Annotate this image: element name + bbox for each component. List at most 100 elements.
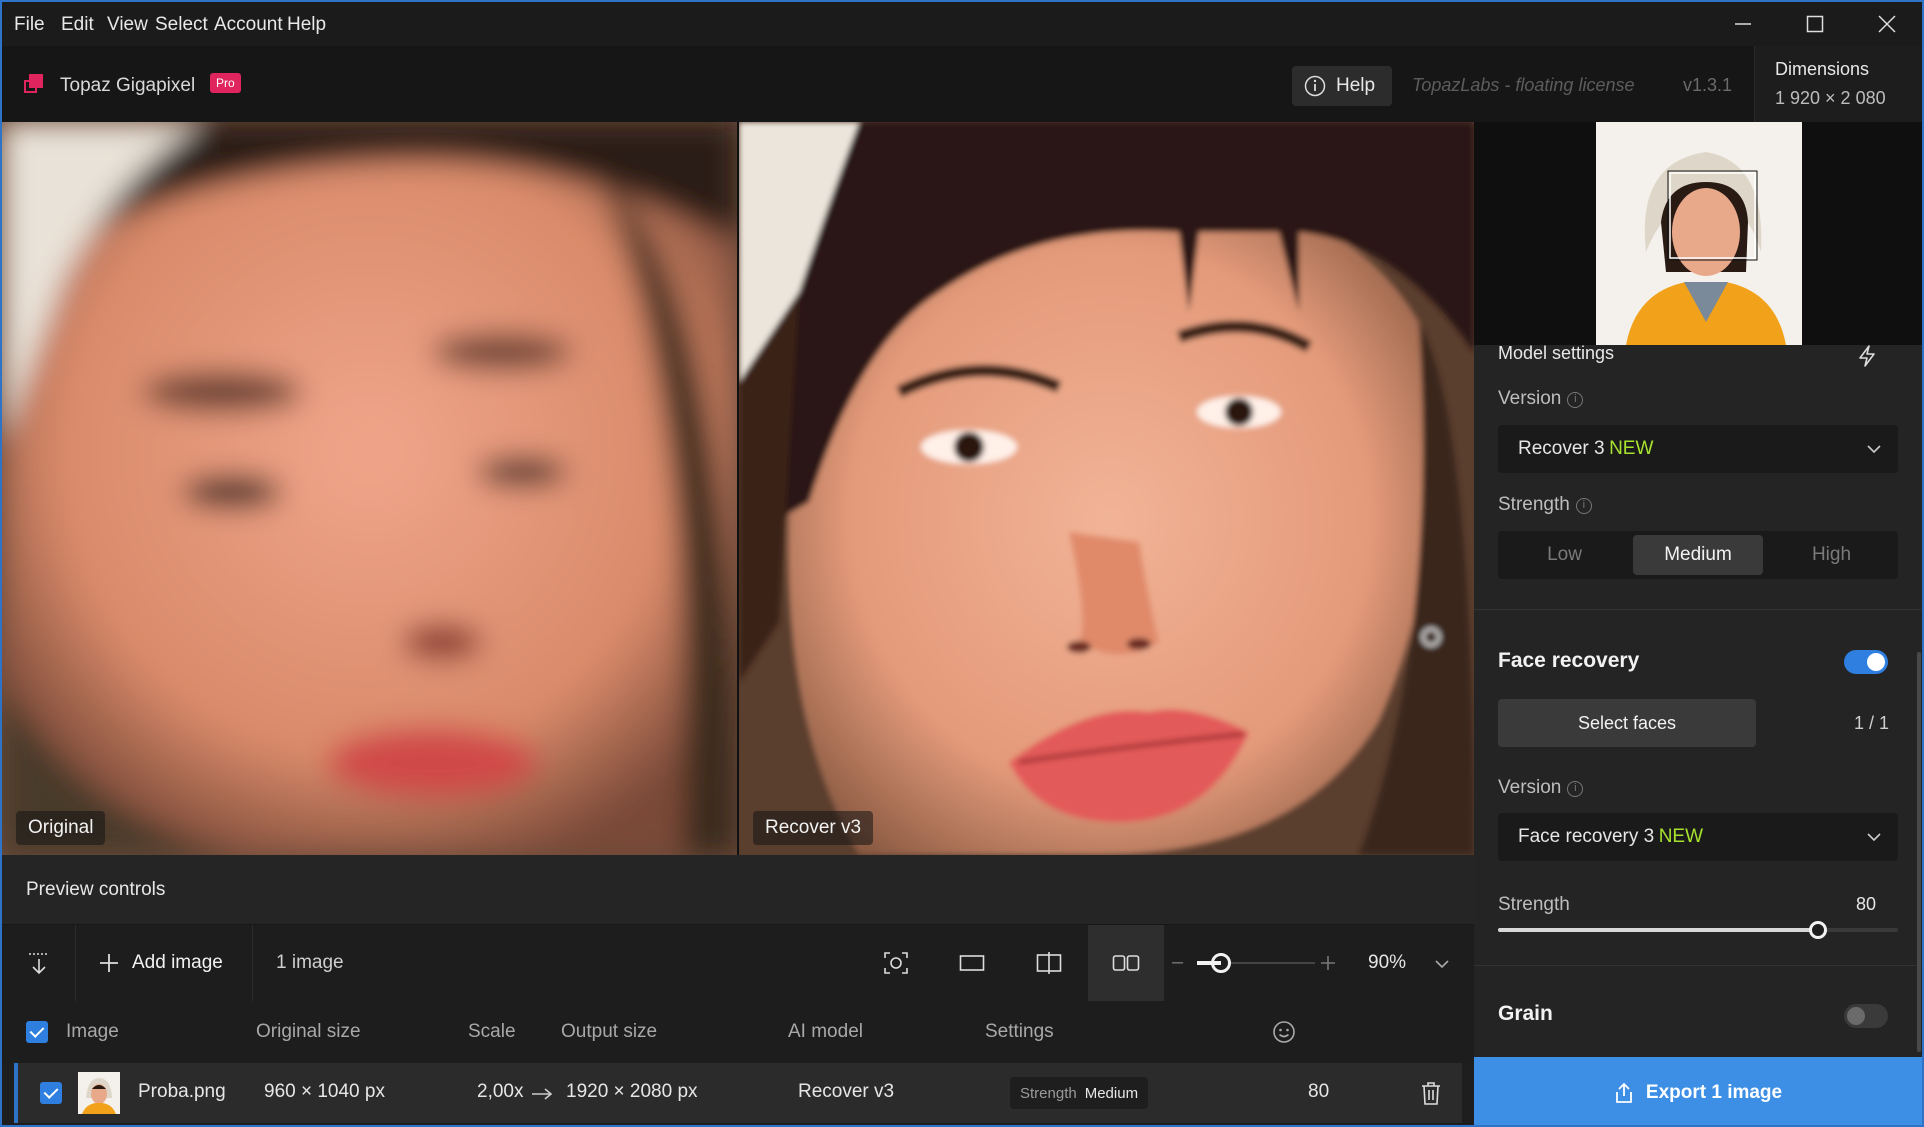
- app-header: Topaz Gigapixel Pro Help TopazLabs - flo…: [2, 46, 1922, 122]
- row-thumbnail: [78, 1072, 120, 1114]
- plus-icon: [100, 954, 118, 972]
- info-icon: i: [1567, 392, 1584, 408]
- lightning-icon[interactable]: [1856, 344, 1878, 368]
- col-original-size: Original size: [256, 1021, 361, 1042]
- col-output-size: Output size: [561, 1021, 658, 1042]
- faces-count: 1 / 1: [1854, 713, 1890, 733]
- zoom-out-icon[interactable]: –: [1172, 951, 1183, 974]
- select-faces-button[interactable]: Select faces: [1498, 699, 1756, 747]
- version-text: v1.3.1: [1683, 75, 1733, 95]
- arrow-down-dotted-icon: [28, 953, 49, 975]
- model-version-dropdown[interactable]: Recover 3 NEW: [1498, 425, 1898, 473]
- original-caption: Original: [16, 811, 106, 845]
- collapse-button[interactable]: [2, 925, 76, 1001]
- face-recovery-title: Face recovery: [1498, 649, 1640, 672]
- strength-high-button[interactable]: High: [1765, 531, 1898, 579]
- strength-segmented: Low Medium High: [1498, 531, 1898, 579]
- chevron-down-icon[interactable]: [1434, 958, 1450, 970]
- single-view-icon: [959, 955, 985, 971]
- strength-low-button[interactable]: Low: [1498, 531, 1631, 579]
- minimize-button[interactable]: [1707, 2, 1779, 46]
- zoom-value[interactable]: 90%: [1368, 952, 1406, 974]
- face-version-label: Version i: [1498, 777, 1584, 799]
- row-scale[interactable]: 2,00x: [477, 1081, 523, 1103]
- row-settings-chip[interactable]: Strength Medium: [1010, 1077, 1149, 1109]
- add-image-button[interactable]: Add image: [98, 945, 223, 981]
- model-version-label: Version i: [1498, 388, 1584, 410]
- row-ai-model: Recover v3: [798, 1081, 895, 1102]
- export-button[interactable]: Export 1 image: [1474, 1057, 1922, 1125]
- trash-icon[interactable]: [1420, 1080, 1442, 1106]
- chevron-down-icon: [1867, 833, 1881, 842]
- split-divider[interactable]: [737, 122, 739, 855]
- face-icon: [1273, 1021, 1295, 1043]
- slider-fill: [1498, 928, 1818, 932]
- side-by-side-icon: [1112, 955, 1140, 971]
- col-image: Image: [66, 1021, 119, 1042]
- dimensions-value: 1 920 × 2 080: [1775, 88, 1886, 108]
- zoom-slider-fill: [1197, 961, 1221, 965]
- zoom-in-icon[interactable]: [1320, 955, 1336, 971]
- menu-help[interactable]: Help: [287, 14, 326, 36]
- slider-handle[interactable]: [1809, 921, 1827, 939]
- menu-select[interactable]: Select: [155, 14, 208, 36]
- info-icon: [1304, 75, 1326, 97]
- image-count: 1 image: [276, 952, 344, 973]
- app-window: File Edit View Select Account Help Topaz…: [0, 0, 1924, 1127]
- split-view-button[interactable]: [1011, 925, 1087, 1001]
- select-all-checkbox[interactable]: [26, 1021, 48, 1043]
- menu-view[interactable]: View: [107, 14, 148, 36]
- menu-bar: File Edit View Select Account Help: [2, 2, 1922, 46]
- row-face-value: 80: [1308, 1081, 1330, 1102]
- export-icon: [1615, 1082, 1632, 1103]
- navigator[interactable]: [1474, 122, 1922, 345]
- panel-scrollbar[interactable]: [1917, 652, 1921, 1052]
- bottom-toolbar: Add image 1 image – 90%: [2, 925, 1474, 1001]
- preview-controls-label: Preview controls: [26, 879, 166, 900]
- col-scale: Scale: [468, 1021, 516, 1042]
- processed-preview[interactable]: Recover v3: [739, 122, 1474, 855]
- snapshot-button[interactable]: [858, 925, 934, 1001]
- dimensions-title: Dimensions: [1775, 59, 1870, 79]
- processed-image: [739, 122, 1474, 855]
- dimensions-panel: Dimensions 1 920 × 2 080: [1754, 46, 1922, 122]
- zoom-slider[interactable]: [1197, 953, 1315, 973]
- menu-account[interactable]: Account: [214, 14, 283, 36]
- chevron-down-icon: [1867, 445, 1881, 454]
- app-name: Topaz Gigapixel: [60, 75, 196, 96]
- minimize-icon: [1735, 23, 1751, 25]
- settings-panel: Model settings Version i Recover 3 NEW St…: [1474, 122, 1922, 1125]
- original-image: [2, 122, 737, 855]
- strength-medium-button[interactable]: Medium: [1633, 535, 1763, 575]
- face-version-dropdown[interactable]: Face recovery 3 NEW: [1498, 813, 1898, 861]
- menu-file[interactable]: File: [14, 14, 45, 36]
- info-icon: i: [1567, 781, 1584, 797]
- split-view-icon: [1036, 952, 1062, 974]
- single-view-button[interactable]: [934, 925, 1010, 1001]
- preview-controls-bar[interactable]: Preview controls: [2, 855, 1474, 925]
- close-icon: [1878, 15, 1896, 33]
- help-label: Help: [1336, 75, 1376, 96]
- grain-toggle[interactable]: [1844, 1004, 1888, 1028]
- info-icon: i: [1575, 498, 1592, 514]
- divider: [252, 925, 253, 1001]
- maximize-icon: [1806, 15, 1824, 33]
- face-recovery-toggle[interactable]: [1844, 650, 1888, 674]
- pro-badge: Pro: [210, 73, 241, 93]
- row-original-size: 960 × 1040 px: [264, 1081, 385, 1102]
- side-by-side-view-button[interactable]: [1088, 925, 1164, 1001]
- grain-title: Grain: [1498, 1002, 1553, 1025]
- face-strength-slider[interactable]: [1498, 921, 1898, 939]
- model-settings-title: Model settings: [1498, 343, 1615, 363]
- menu-edit[interactable]: Edit: [61, 14, 94, 36]
- col-ai-model: AI model: [788, 1021, 863, 1042]
- table-row[interactable]: Proba.png 960 × 1040 px 2,00x 1920 × 208…: [14, 1063, 1462, 1123]
- help-button[interactable]: Help: [1292, 66, 1392, 106]
- maximize-button[interactable]: [1779, 2, 1851, 46]
- row-checkbox[interactable]: [40, 1082, 62, 1104]
- divider: [1474, 609, 1922, 610]
- topaz-logo-icon: [24, 74, 44, 94]
- col-settings: Settings: [985, 1021, 1054, 1042]
- original-preview[interactable]: Original: [2, 122, 737, 855]
- close-button[interactable]: [1851, 2, 1922, 46]
